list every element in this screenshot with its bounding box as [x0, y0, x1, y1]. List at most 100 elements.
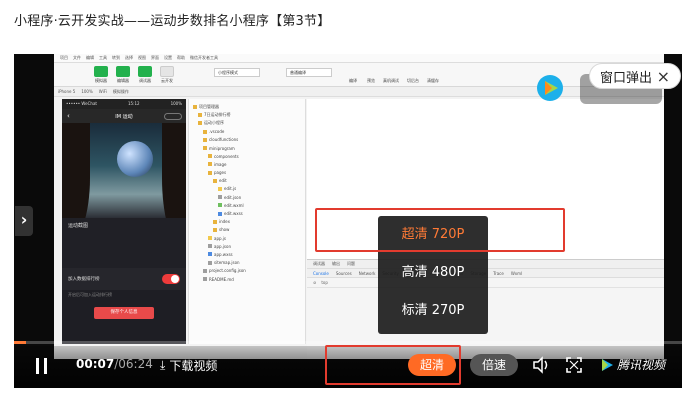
arch-right — [162, 123, 186, 218]
file-tree-label: 7日运动排行榜 — [204, 112, 231, 118]
sim-toggle-row: 加入数据排行榜 — [62, 268, 186, 290]
tencent-video-logo-icon — [537, 75, 563, 101]
file-tree-label: cloudfunctions — [209, 137, 239, 143]
ide-menu-item: 项目 — [60, 55, 68, 60]
compile-select: 普通编译 — [286, 68, 332, 77]
folder-icon — [193, 105, 197, 110]
file-tree-item: miniprogram — [193, 144, 301, 152]
file-tree-item: show — [193, 226, 301, 234]
file-tree-item: app.json — [193, 242, 301, 250]
file-tree-label: edit.wxml — [224, 202, 244, 208]
page-title: 小程序·云开发实战——运动步数排名小程序【第3节】 — [14, 14, 331, 29]
sim-caption: 运动截图 — [62, 218, 186, 268]
file-tree-label: image — [214, 161, 227, 167]
toolbar-label: 清缓存 — [427, 78, 439, 83]
ide-screenshot: 项目 文件 编辑 工具 转到 选择 视图 界面 设置 帮助 微信开发者工具 模拟器 编辑器 调试器 … — [54, 54, 664, 359]
clear-icon: ⊘ — [313, 280, 317, 285]
file-tree-item: edit — [193, 177, 301, 185]
file-tree-label: edit.json — [224, 194, 242, 200]
arch-left — [62, 123, 90, 218]
ide-subbar: iPhone 5 100% WiFi 模拟操作 — [54, 87, 664, 97]
volume-icon[interactable] — [532, 356, 550, 374]
sim-nav-title: IM 运动 — [115, 113, 133, 120]
annotation-box-quality-button — [325, 345, 461, 385]
file-icon — [218, 211, 222, 216]
chevron-right-icon[interactable]: › — [15, 206, 33, 236]
progress-fill — [14, 341, 27, 344]
cloud-dev-icon — [160, 66, 174, 77]
toolbar-label: 切后台 — [407, 78, 419, 83]
zoom-select: 100% — [81, 89, 93, 94]
video-player[interactable]: 项目 文件 编辑 工具 转到 选择 视图 界面 设置 帮助 微信开发者工具 模拟器 编辑器 调试器 … — [14, 54, 682, 388]
file-tree-label: 项目管理器 — [199, 104, 219, 110]
file-tree-label: 运动小程序 — [204, 120, 224, 126]
sim-save-button: 保存个人信息 — [94, 307, 154, 319]
file-icon — [218, 203, 222, 208]
quality-option-480p[interactable]: 高清 480P — [378, 254, 488, 292]
simulator-toggle-icon — [94, 66, 108, 77]
file-tree-label: .vscode — [209, 129, 225, 135]
sim-hero-image — [62, 123, 186, 218]
folder-icon — [213, 178, 217, 183]
device-select: iPhone 5 — [58, 89, 76, 94]
file-tree-item: 7日运动排行榜 — [193, 111, 301, 119]
file-tree-item: edit.js — [193, 185, 301, 193]
ide-menu-item: 设置 — [164, 55, 172, 60]
file-tree-item: README.md — [193, 275, 301, 283]
current-time: 00:07 — [76, 357, 115, 371]
file-icon — [208, 236, 212, 241]
file-icon — [203, 268, 207, 273]
brand-name: 腾讯视频 — [617, 358, 666, 372]
file-tree-item: edit.json — [193, 193, 301, 201]
ide-menu-item: 选择 — [125, 55, 133, 60]
simulate-action: 模拟操作 — [112, 88, 129, 94]
file-tree-label: app.js — [214, 235, 226, 241]
file-tree-item: cloudfunctions — [193, 136, 301, 144]
speed-button[interactable]: 倍速 — [470, 354, 518, 376]
file-icon — [218, 195, 222, 200]
progress-bar[interactable] — [14, 341, 682, 344]
toolbar-label: 编辑器 — [117, 78, 129, 83]
toolbar-label: 调试器 — [139, 78, 151, 83]
file-tree-item: project.config.json — [193, 267, 301, 275]
tencent-video-brand-icon — [602, 358, 613, 371]
sim-carrier: •••••• WeChat — [66, 101, 97, 106]
phone-simulator: •••••• WeChat 15:12 100% ‹ IM 运动 运动截图 加入… — [62, 99, 186, 344]
file-tree: 项目管理器 7日运动排行榜 运动小程序 .vscode cloudfunctions mi… — [188, 99, 306, 344]
file-tree-item: edit.wxml — [193, 201, 301, 209]
back-icon: ‹ — [67, 112, 70, 120]
file-tree-item: sitemap.json — [193, 259, 301, 267]
file-icon — [208, 244, 212, 249]
popout-window-button[interactable]: 窗口弹出 × — [589, 63, 681, 89]
file-icon — [208, 260, 212, 265]
folder-icon — [208, 154, 212, 159]
time-display: 00:07/06:24 — [76, 357, 153, 371]
ide-menu-item: 编辑 — [86, 55, 94, 60]
quality-option-270p[interactable]: 标清 270P — [378, 292, 488, 330]
devtools-tab: Network — [358, 270, 376, 276]
file-tree-label: edit — [219, 178, 227, 184]
annotation-box-quality-option — [315, 208, 565, 252]
folder-icon — [203, 129, 207, 134]
file-tree-label: index — [219, 219, 230, 225]
ide-menu-item: 视图 — [138, 55, 146, 60]
file-tree-item: edit.wxss — [193, 209, 301, 217]
fullscreen-icon[interactable] — [566, 357, 582, 373]
file-tree-item: image — [193, 160, 301, 168]
folder-icon — [213, 227, 217, 232]
download-icon: ⤓ — [160, 358, 166, 372]
download-label: 下载视频 — [169, 359, 218, 373]
file-tree-label: README.md — [209, 276, 234, 282]
file-tree-item: .vscode — [193, 128, 301, 136]
folder-icon — [203, 146, 207, 151]
file-tree-label: miniprogram — [209, 145, 235, 151]
pause-icon[interactable] — [34, 358, 50, 374]
ide-menu-item: 工具 — [99, 55, 107, 60]
sim-toggle-switch — [162, 274, 180, 284]
download-button[interactable]: ⤓ 下载视频 — [160, 357, 217, 374]
devtools-tab: Trace — [493, 270, 504, 276]
toolbar-label: 模拟器 — [95, 78, 107, 83]
toolbar-label: 真机调试 — [383, 78, 399, 83]
close-icon[interactable]: × — [657, 67, 670, 86]
devtools-top-tab: 问题 — [347, 261, 355, 266]
